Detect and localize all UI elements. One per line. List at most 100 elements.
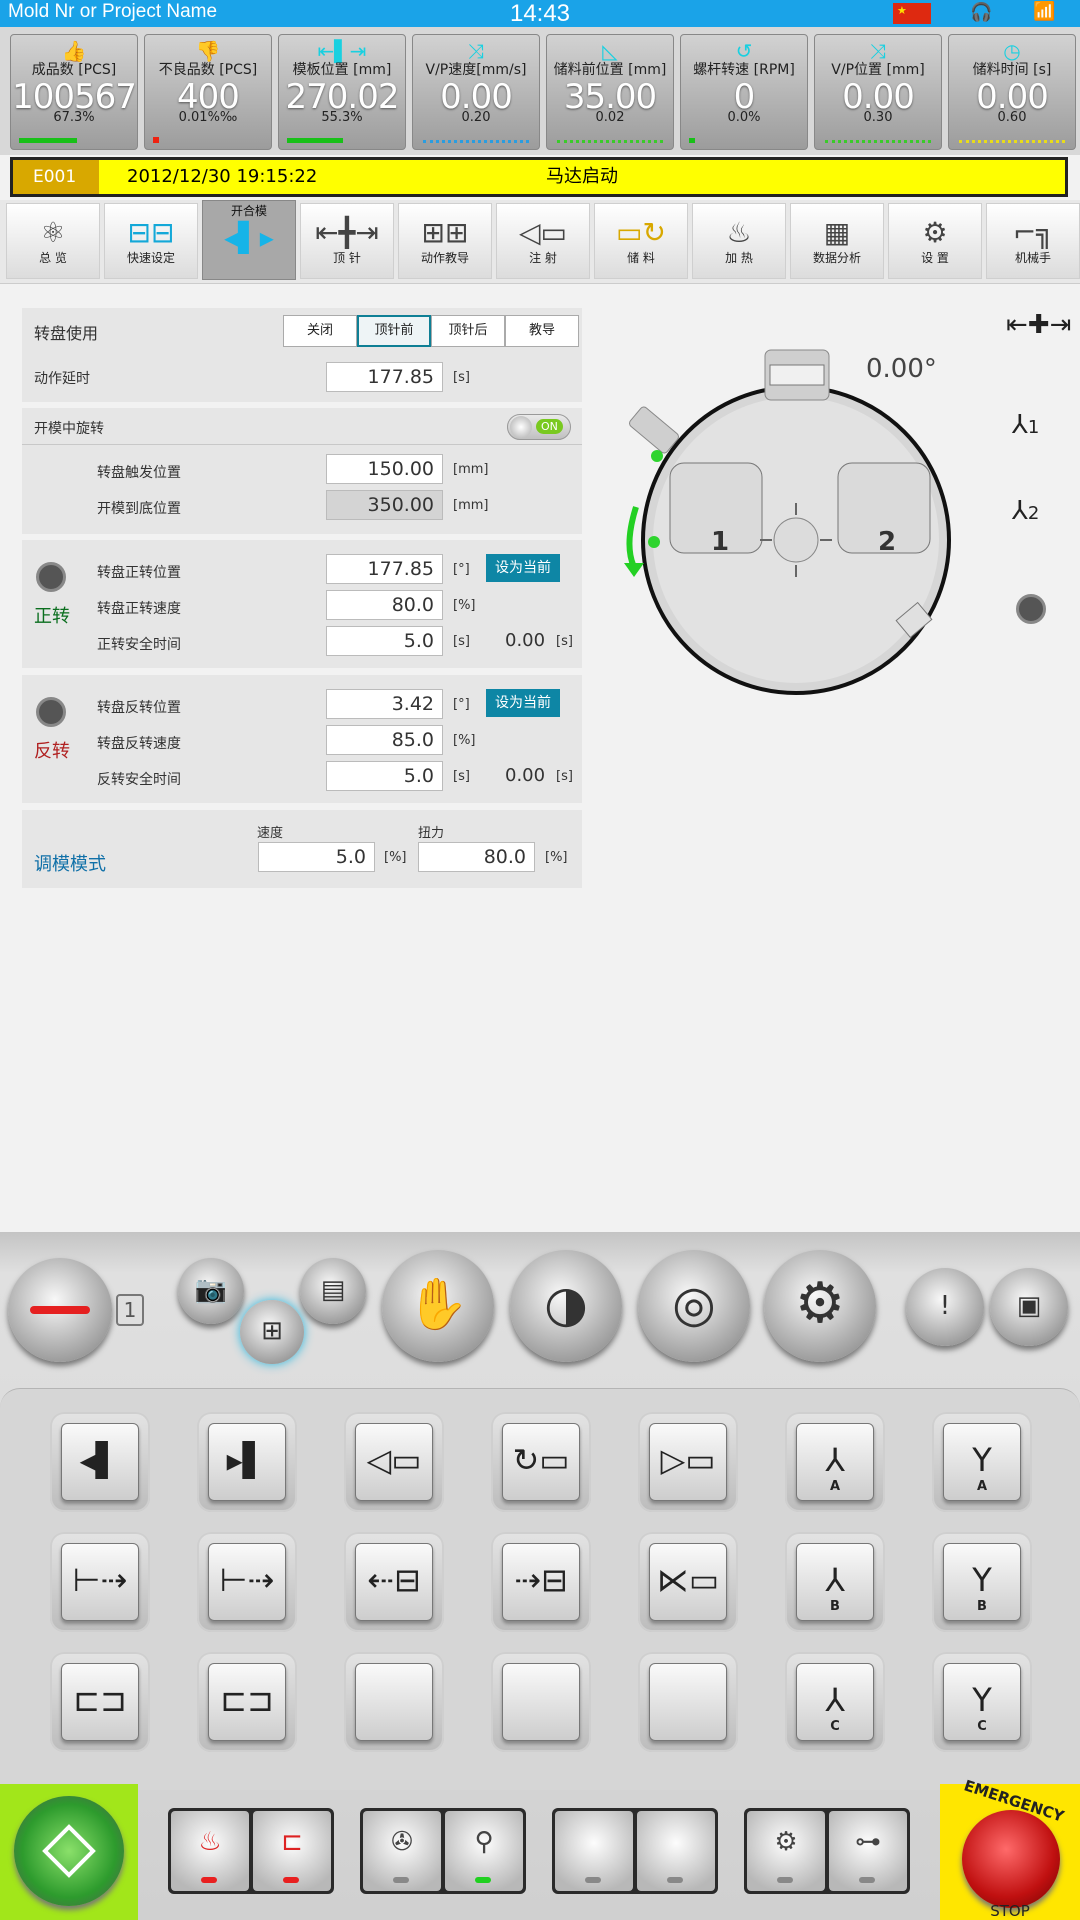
- core-c-out-key[interactable]: YC: [932, 1652, 1032, 1752]
- ejector-back-key[interactable]: ⊢⇢: [50, 1532, 150, 1632]
- core-b-out-key[interactable]: YB: [932, 1532, 1032, 1632]
- alarm-bar[interactable]: E001 2012/12/30 19:15:22 马达启动: [10, 157, 1068, 197]
- calculator-icon[interactable]: ⊞: [240, 1300, 304, 1364]
- menu-overview[interactable]: ⚛ 总 览: [6, 203, 100, 279]
- menu-injection[interactable]: ◁▭ 注 射: [496, 203, 590, 279]
- stat-charge-position[interactable]: ◺ 储料前位置 [mm] 35.00 0.02: [546, 34, 674, 150]
- mode-selector-knob[interactable]: [8, 1258, 112, 1362]
- core-out-icon: YB: [943, 1543, 1021, 1621]
- core-2-label: 2: [1027, 503, 1040, 524]
- stat-charge-time[interactable]: ◷ 储料时间 [s] 0.00 0.60: [948, 34, 1076, 150]
- auto-icon[interactable]: ◎: [638, 1250, 750, 1362]
- suck-back-key[interactable]: ⋉▭: [638, 1532, 738, 1632]
- stat-bad-count[interactable]: 👎 不良品数 [PCS] 400 0.01%‰: [144, 34, 272, 150]
- open-end-label: 开模到底位置: [97, 501, 181, 517]
- motor-start-button[interactable]: [14, 1796, 124, 1906]
- screw-speed-icon: ↺: [735, 39, 753, 63]
- mold-close-key[interactable]: ◂▌: [50, 1412, 150, 1512]
- mode-off-button[interactable]: 关闭: [283, 315, 357, 347]
- semi-auto-icon[interactable]: ◑: [510, 1250, 622, 1362]
- trigger-position-input[interactable]: 150.00: [326, 454, 443, 484]
- ejector-forward-key[interactable]: ⊢⇢: [197, 1532, 297, 1632]
- blank-key-2[interactable]: [491, 1652, 591, 1752]
- reverse-safe-time-input[interactable]: 5.0: [326, 761, 443, 791]
- stat-screw-speed[interactable]: ↺ 螺杆转速 [RPM] 0 0.0%: [680, 34, 808, 150]
- injection-back-key[interactable]: ◁▭: [344, 1412, 444, 1512]
- mold-thin-key[interactable]: ⊏⊐: [50, 1652, 150, 1752]
- heater-button[interactable]: ♨: [171, 1811, 249, 1891]
- adjust-torque-input[interactable]: 80.0: [418, 842, 535, 872]
- core-a-in-key[interactable]: ⅄ A: [785, 1412, 885, 1512]
- charge-key[interactable]: ↻▭: [491, 1412, 591, 1512]
- menu-mold-open-close[interactable]: 开合模 ◂▌▸: [202, 200, 296, 280]
- menu-charge[interactable]: ▭↻ 储 料: [594, 203, 688, 279]
- stat-value: 0.00: [842, 77, 915, 117]
- core-1-icon[interactable]: ⅄1: [1012, 410, 1039, 440]
- headset-icon[interactable]: 🎧: [970, 2, 992, 23]
- panel-icon[interactable]: ▤: [300, 1258, 366, 1324]
- blank-bottom-button-1[interactable]: [555, 1811, 633, 1891]
- aux-gear-button[interactable]: ⚙: [747, 1811, 825, 1891]
- forward-safe-time-input[interactable]: 5.0: [326, 626, 443, 656]
- menu-label: 设 置: [921, 251, 949, 265]
- reverse-speed-input[interactable]: 85.0: [326, 725, 443, 755]
- stat-good-count[interactable]: 👍 成品数 [PCS] 100567 67.3%: [10, 34, 138, 150]
- stat-vp-speed[interactable]: ⤨ V/P速度[mm/s] 0.00 0.20: [412, 34, 540, 150]
- mold-thick-key[interactable]: ⊏⊐: [197, 1652, 297, 1752]
- adjust-speed-input[interactable]: 5.0: [258, 842, 375, 872]
- core-2-icon[interactable]: ⅄2: [1012, 496, 1039, 526]
- mold-open-key[interactable]: ▸▌: [197, 1412, 297, 1512]
- camera-icon[interactable]: 📷: [178, 1258, 244, 1324]
- set-reverse-current-button[interactable]: 设为当前: [486, 689, 560, 717]
- manual-hand-icon[interactable]: ✋: [382, 1250, 494, 1362]
- alarm-reset-icon[interactable]: !: [906, 1268, 984, 1346]
- china-flag-icon[interactable]: ★: [893, 3, 931, 24]
- blank-led: [667, 1877, 683, 1883]
- core-a-out-key[interactable]: YA: [932, 1412, 1032, 1512]
- delay-input[interactable]: 177.85: [326, 362, 443, 392]
- turntable-diagram: 1 2: [624, 349, 951, 695]
- menu-label: 数据分析: [812, 251, 861, 265]
- unit-label: [°]: [453, 562, 470, 577]
- set-forward-current-button[interactable]: 设为当前: [486, 554, 560, 582]
- mold-adjust-icon[interactable]: ▣: [990, 1268, 1068, 1346]
- pump-button[interactable]: ✇: [363, 1811, 441, 1891]
- core-b-in-key[interactable]: ⅄ B: [785, 1532, 885, 1632]
- menu-quick-setup[interactable]: ⊟⊟ 快速设定: [104, 203, 198, 279]
- forward-title: 正转: [34, 606, 70, 627]
- mold-heater-button[interactable]: ⊏: [253, 1811, 331, 1891]
- forward-speed-input[interactable]: 80.0: [326, 590, 443, 620]
- menu-data-analysis[interactable]: ▦ 数据分析: [790, 203, 884, 279]
- carriage-forward-key[interactable]: ⇢⊟: [491, 1532, 591, 1632]
- core-c-in-key[interactable]: ⅄ C: [785, 1652, 885, 1752]
- stat-value: 270.02: [285, 77, 400, 117]
- stat-vp-position[interactable]: ⤨ V/P位置 [mm] 0.00 0.30: [814, 34, 942, 150]
- rotate-open-toggle[interactable]: ON: [507, 414, 571, 440]
- injection-forward-key[interactable]: ▷▭: [638, 1412, 738, 1512]
- mode-after-ejector-button[interactable]: 顶针后: [431, 315, 505, 347]
- turntable-lock-icon[interactable]: [1016, 594, 1046, 624]
- heater-group: ♨ ⊏: [168, 1808, 334, 1894]
- stat-sub: 0.30: [863, 110, 893, 125]
- settings-gear-icon[interactable]: ⚙: [764, 1250, 876, 1362]
- menu-heat[interactable]: ♨ 加 热: [692, 203, 786, 279]
- blank-key-3[interactable]: [638, 1652, 738, 1752]
- blank-bottom-button-2[interactable]: [637, 1811, 715, 1891]
- menu-settings[interactable]: ⚙ 设 置: [888, 203, 982, 279]
- mode-teach-button[interactable]: 教导: [505, 315, 579, 347]
- emergency-stop-button[interactable]: [962, 1810, 1060, 1908]
- carriage-back-key[interactable]: ⇠⊟: [344, 1532, 444, 1632]
- reverse-position-label: 转盘反转位置: [97, 700, 181, 716]
- menu-teach[interactable]: ⊞⊞ 动作教导: [398, 203, 492, 279]
- menu-ejector[interactable]: ⇤╋⇥ 顶 针: [300, 203, 394, 279]
- forward-position-input[interactable]: 177.85: [326, 554, 443, 584]
- reverse-position-input[interactable]: 3.42: [326, 689, 443, 719]
- blank-key-1[interactable]: [344, 1652, 444, 1752]
- lubrication-button[interactable]: ⚲: [445, 1811, 523, 1891]
- ejector-side-icon[interactable]: ⇤✚⇥: [1006, 310, 1071, 340]
- conveyor-button[interactable]: ⊶: [829, 1811, 907, 1891]
- menu-robot[interactable]: ⌐╗ 机械手: [986, 203, 1080, 279]
- stat-mold-position[interactable]: ⇤▌⇥ 模板位置 [mm] 270.02 55.3%: [278, 34, 406, 150]
- stat-value: 35.00: [563, 77, 657, 117]
- mode-before-ejector-button[interactable]: 顶针前: [357, 315, 431, 347]
